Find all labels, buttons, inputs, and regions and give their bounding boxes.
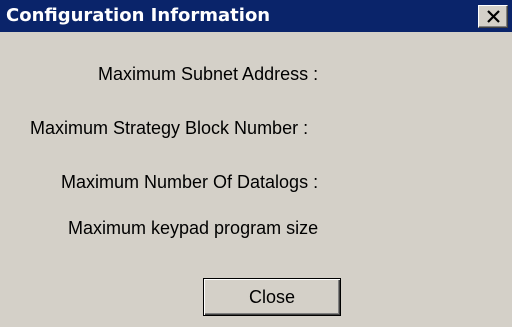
title-bar[interactable]: Configuration Information [0, 0, 512, 32]
subnet-address-label: Maximum Subnet Address : [98, 64, 319, 84]
number-of-datalogs-label: Maximum Number Of Datalogs : [61, 172, 319, 192]
keypad-program-size-label: Maximum keypad program size [68, 218, 319, 238]
window-title: Configuration Information [6, 5, 271, 26]
title-close-button[interactable] [478, 5, 508, 28]
close-icon [487, 10, 500, 23]
configuration-dialog: Configuration Information Maximum Subnet… [0, 0, 512, 327]
close-button[interactable]: Close [203, 278, 341, 316]
strategy-block-number-label: Maximum Strategy Block Number : [30, 118, 309, 138]
